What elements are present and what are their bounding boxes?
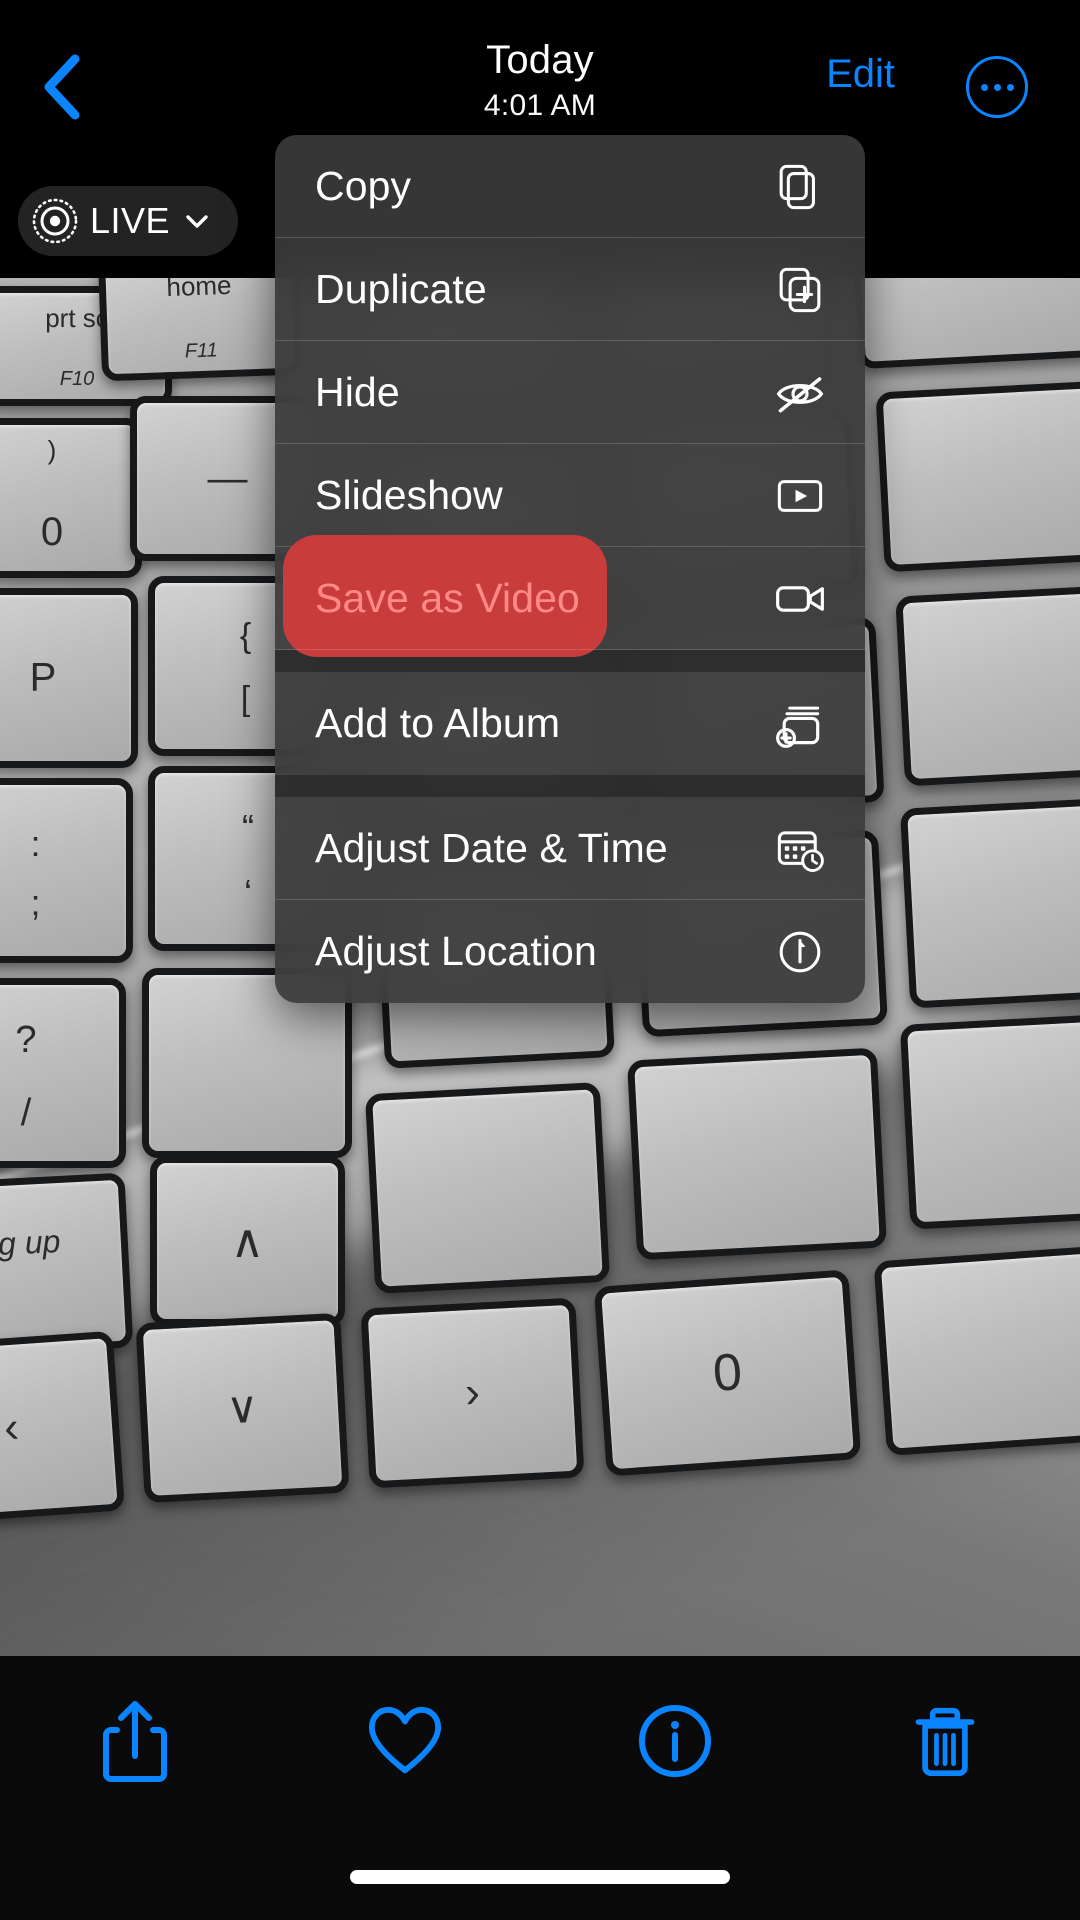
chevron-down-icon[interactable] [182,206,212,236]
menu-item-label: Slideshow [315,472,503,518]
favorite-button[interactable] [270,1678,540,1808]
back-button[interactable] [18,48,108,126]
keyboard-key: ‹ [0,1330,126,1526]
keyboard-key: pg up [0,1172,134,1359]
key-label-bottom: F11 [184,339,219,363]
keyboard-key [899,1011,1080,1230]
menu-separator [275,649,865,650]
eye-slash-icon [771,364,829,422]
key-label-bottom: ; [30,882,41,923]
keyboard-key: › [360,1297,585,1489]
key-label-bottom: / [20,1092,32,1134]
keyboard-key: : ; [0,778,133,963]
key-label-mid: › [463,1367,482,1418]
keyboard-key: ∧ [150,1156,345,1326]
key-label-bottom: 0 [40,510,64,554]
menu-item-slideshow[interactable]: Slideshow [275,444,865,547]
key-label-mid: P [29,655,57,700]
key-label-top: pg up [0,1222,62,1264]
ellipsis-dot [993,83,1001,91]
key-label-mid: 0 [711,1343,744,1403]
more-options-button[interactable] [966,56,1028,118]
keyboard-key [875,379,1080,573]
info-button[interactable] [540,1678,810,1808]
header-title-block: Today 4:01 AM [0,36,1080,126]
key-label-top: ? [15,1019,37,1061]
keyboard-key [364,1081,611,1295]
key-label-top: : [30,823,41,864]
bottom-toolbar [0,1656,1080,1920]
key-label-mid: ‹ [2,1402,21,1453]
live-photo-icon [32,198,78,244]
live-photo-badge[interactable]: LIVE [18,186,239,256]
keyboard-key [895,583,1080,787]
copy-icon [771,158,829,216]
toolbar-icon-row [0,1678,1080,1808]
context-menu: Copy Duplicate Hide Slideshow Save as Vi… [275,135,865,1003]
video-camera-icon [771,570,829,628]
keyboard-key: ∨ [135,1312,350,1504]
menu-item-label: Add to Album [315,700,561,746]
live-photo-label: LIVE [90,200,171,241]
key-label-top: home [165,278,232,303]
share-button[interactable] [0,1678,270,1808]
menu-item-label: Copy [315,163,412,209]
keyboard-key [873,1244,1080,1457]
menu-item-label: Adjust Location [315,928,597,974]
share-icon [99,1696,171,1791]
home-indicator [350,1870,730,1884]
keyboard-key: P [0,588,138,768]
ellipsis-dot [1006,83,1014,91]
delete-button[interactable] [810,1678,1080,1808]
location-pin-icon [771,923,829,981]
menu-item-hide[interactable]: Hide [275,341,865,444]
keyboard-key: ) 0 [0,418,142,578]
keyboard-key: ? / [0,978,126,1168]
menu-item-adjust-date-time[interactable]: Adjust Date & Time [275,797,865,900]
edit-button[interactable]: Edit [826,50,895,98]
key-label-top: ) [47,435,57,465]
page-title: Today [486,38,594,82]
key-label-mid: ∧ [230,1215,265,1267]
menu-item-adjust-location[interactable]: Adjust Location [275,900,865,1003]
menu-item-label: Duplicate [315,266,487,312]
ellipsis-dot [980,83,988,91]
calendar-clock-icon [771,820,829,878]
keyboard-key: 0 [593,1269,862,1477]
duplicate-icon [771,261,829,319]
menu-item-label: Hide [315,369,400,415]
info-circle-icon [637,1703,713,1784]
menu-item-add-to-album[interactable]: Add to Album [275,672,865,775]
menu-section-gap [275,775,865,797]
menu-item-copy[interactable]: Copy [275,135,865,238]
menu-item-duplicate[interactable]: Duplicate [275,238,865,341]
add-to-album-icon [771,695,829,753]
menu-item-label: Adjust Date & Time [315,825,668,871]
photo-viewer-screen: prt sc F10 home F11 ) 0 — P { [: ; “ ‘ … [0,0,1080,1920]
key-label-mid: ∨ [225,1382,260,1434]
keyboard-key: home F11 [97,278,303,382]
chevron-left-icon [39,51,87,123]
play-rectangle-icon [771,467,829,525]
keyboard-key [851,278,1080,370]
keyboard-key [899,795,1080,1009]
menu-item-save-as-video[interactable]: Save as Video [275,535,865,657]
keyboard-key [626,1047,888,1261]
trash-icon [909,1699,981,1788]
menu-item-label: Save as Video [315,575,580,621]
heart-icon [366,1703,444,1784]
page-subtitle: 4:01 AM [483,89,597,122]
